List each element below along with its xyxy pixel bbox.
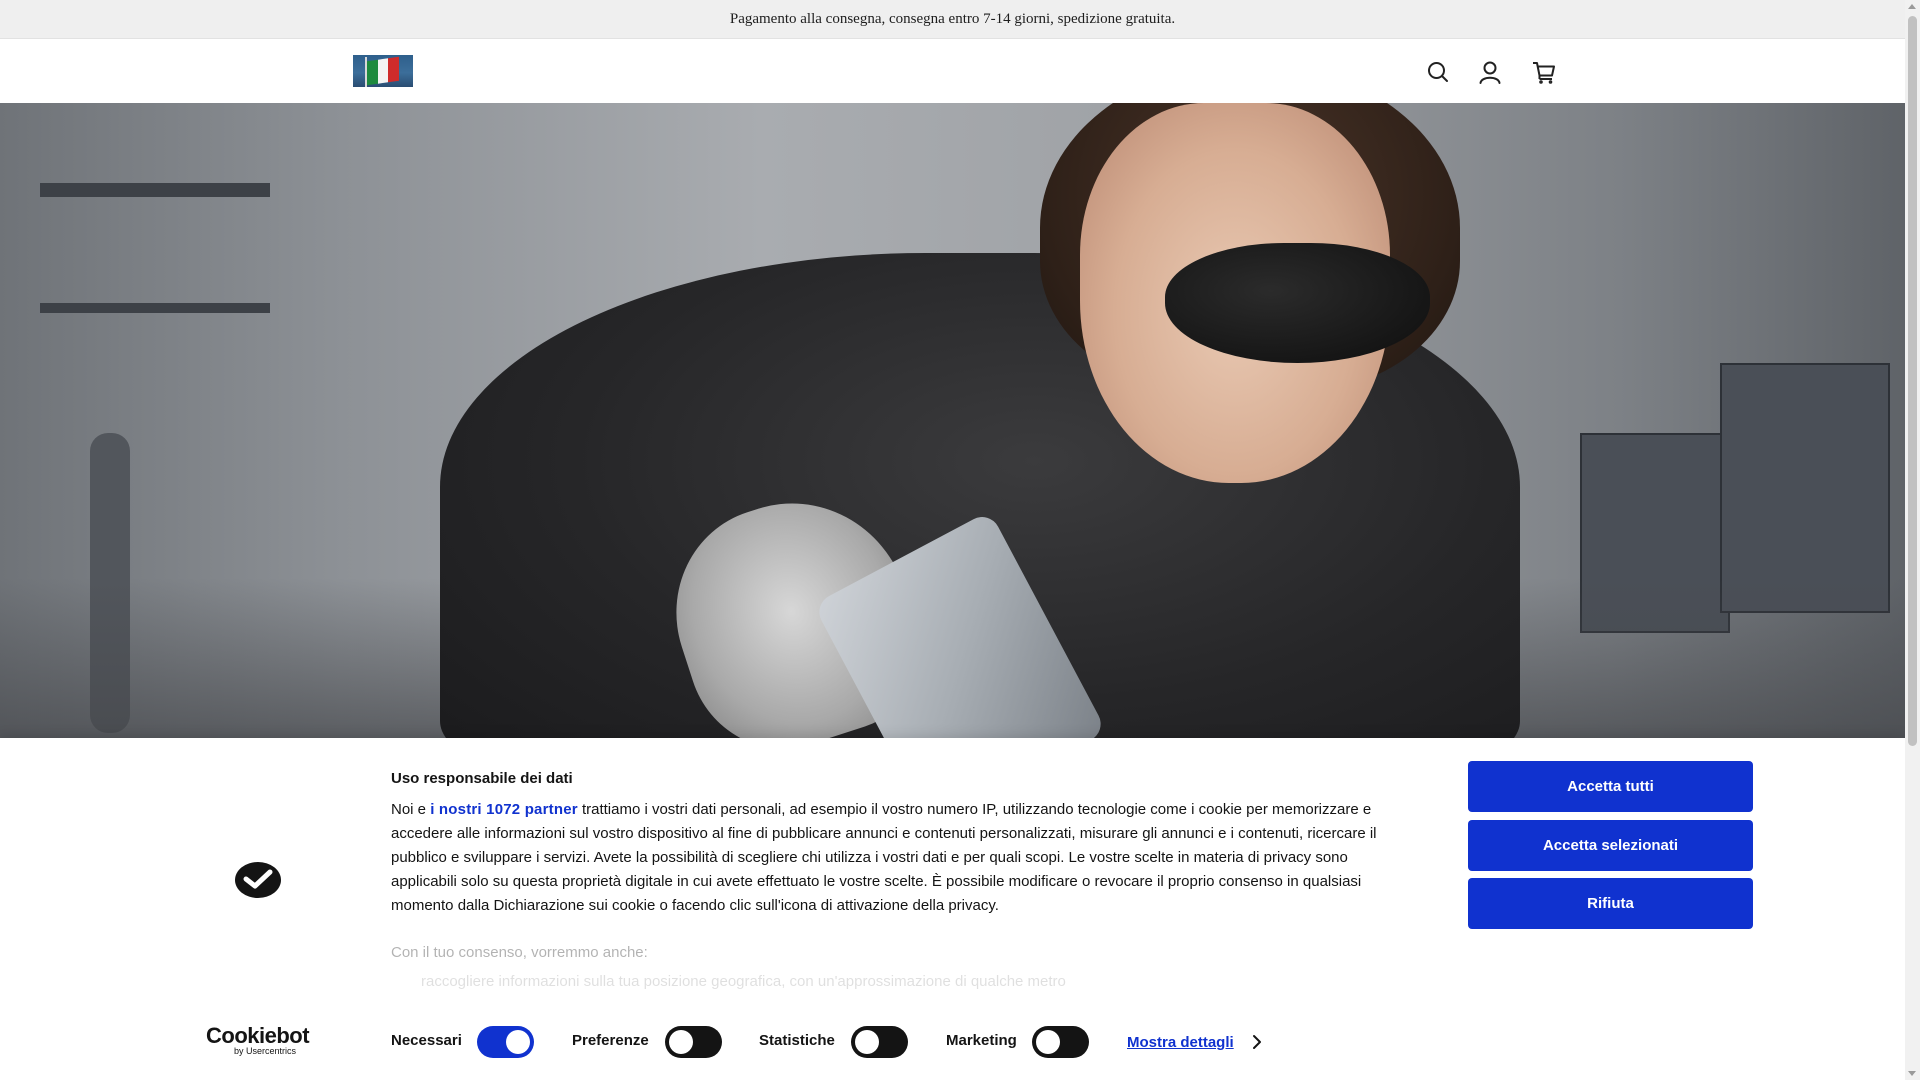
- cookie-title: Uso responsabile dei dati: [391, 770, 573, 787]
- page-scrollbar[interactable]: [1905, 0, 1920, 1080]
- hero-image: [0, 103, 1905, 738]
- toggle-knob: [855, 1030, 879, 1054]
- toggle-knob: [506, 1030, 530, 1054]
- consent-item: raccogliere informazioni sulla tua posiz…: [421, 973, 1066, 990]
- toggle-preferenze[interactable]: [665, 1026, 722, 1058]
- partners-link[interactable]: i nostri 1072 partner: [430, 801, 578, 818]
- accept-all-button[interactable]: Accetta tutti: [1468, 761, 1753, 812]
- scrollbar-thumb[interactable]: [1908, 16, 1917, 746]
- scroll-up-arrow-icon[interactable]: [1908, 4, 1916, 9]
- reject-button[interactable]: Rifiuta: [1468, 878, 1753, 929]
- cart-icon[interactable]: [1531, 59, 1557, 85]
- cookiebot-logo-icon: [234, 861, 282, 899]
- accept-selected-button[interactable]: Accetta selezionati: [1468, 820, 1753, 871]
- toggle-statistiche[interactable]: [851, 1026, 908, 1058]
- cookiebot-wordmark: Cookiebot: [206, 1023, 310, 1048]
- cookie-consent-banner: Uso responsabile dei dati Noi e i nostri…: [0, 738, 1905, 1080]
- cookie-text-before: Noi e: [391, 801, 431, 818]
- toggle-knob: [1036, 1030, 1060, 1054]
- chevron-right-icon[interactable]: [1250, 1034, 1264, 1050]
- show-details-link[interactable]: Mostra dettagli: [1127, 1034, 1234, 1051]
- workshop-shelf: [40, 183, 270, 197]
- workshop-shelf: [40, 303, 270, 313]
- scroll-down-arrow-icon[interactable]: [1908, 1071, 1916, 1076]
- toggle-label-statistiche: Statistiche: [759, 1032, 835, 1049]
- site-header: [0, 39, 1905, 103]
- consent-subtitle: Con il tuo consenso, vorremmo anche:: [391, 944, 648, 961]
- toggle-necessari[interactable]: [477, 1026, 534, 1058]
- italian-flag-logo[interactable]: [353, 55, 413, 87]
- cookiebot-brand: Cookiebot by Usercentrics: [206, 1023, 310, 1060]
- toggle-knob: [669, 1030, 693, 1054]
- announcement-bar: Pagamento alla consegna, consegna entro …: [0, 0, 1905, 39]
- workshop-cabinet: [1720, 363, 1890, 613]
- toggle-marketing[interactable]: [1032, 1026, 1089, 1058]
- flag-icon: [367, 56, 400, 86]
- search-icon[interactable]: [1425, 59, 1451, 85]
- cookie-description: Noi e i nostri 1072 partner trattiamo i …: [391, 798, 1416, 918]
- account-icon[interactable]: [1477, 59, 1503, 85]
- toggle-label-marketing: Marketing: [946, 1032, 1017, 1049]
- safety-glasses: [1165, 243, 1430, 363]
- toggle-label-necessari: Necessari: [391, 1032, 462, 1049]
- announcement-text: Pagamento alla consegna, consegna entro …: [729, 10, 1176, 27]
- toggle-label-preferenze: Preferenze: [572, 1032, 649, 1049]
